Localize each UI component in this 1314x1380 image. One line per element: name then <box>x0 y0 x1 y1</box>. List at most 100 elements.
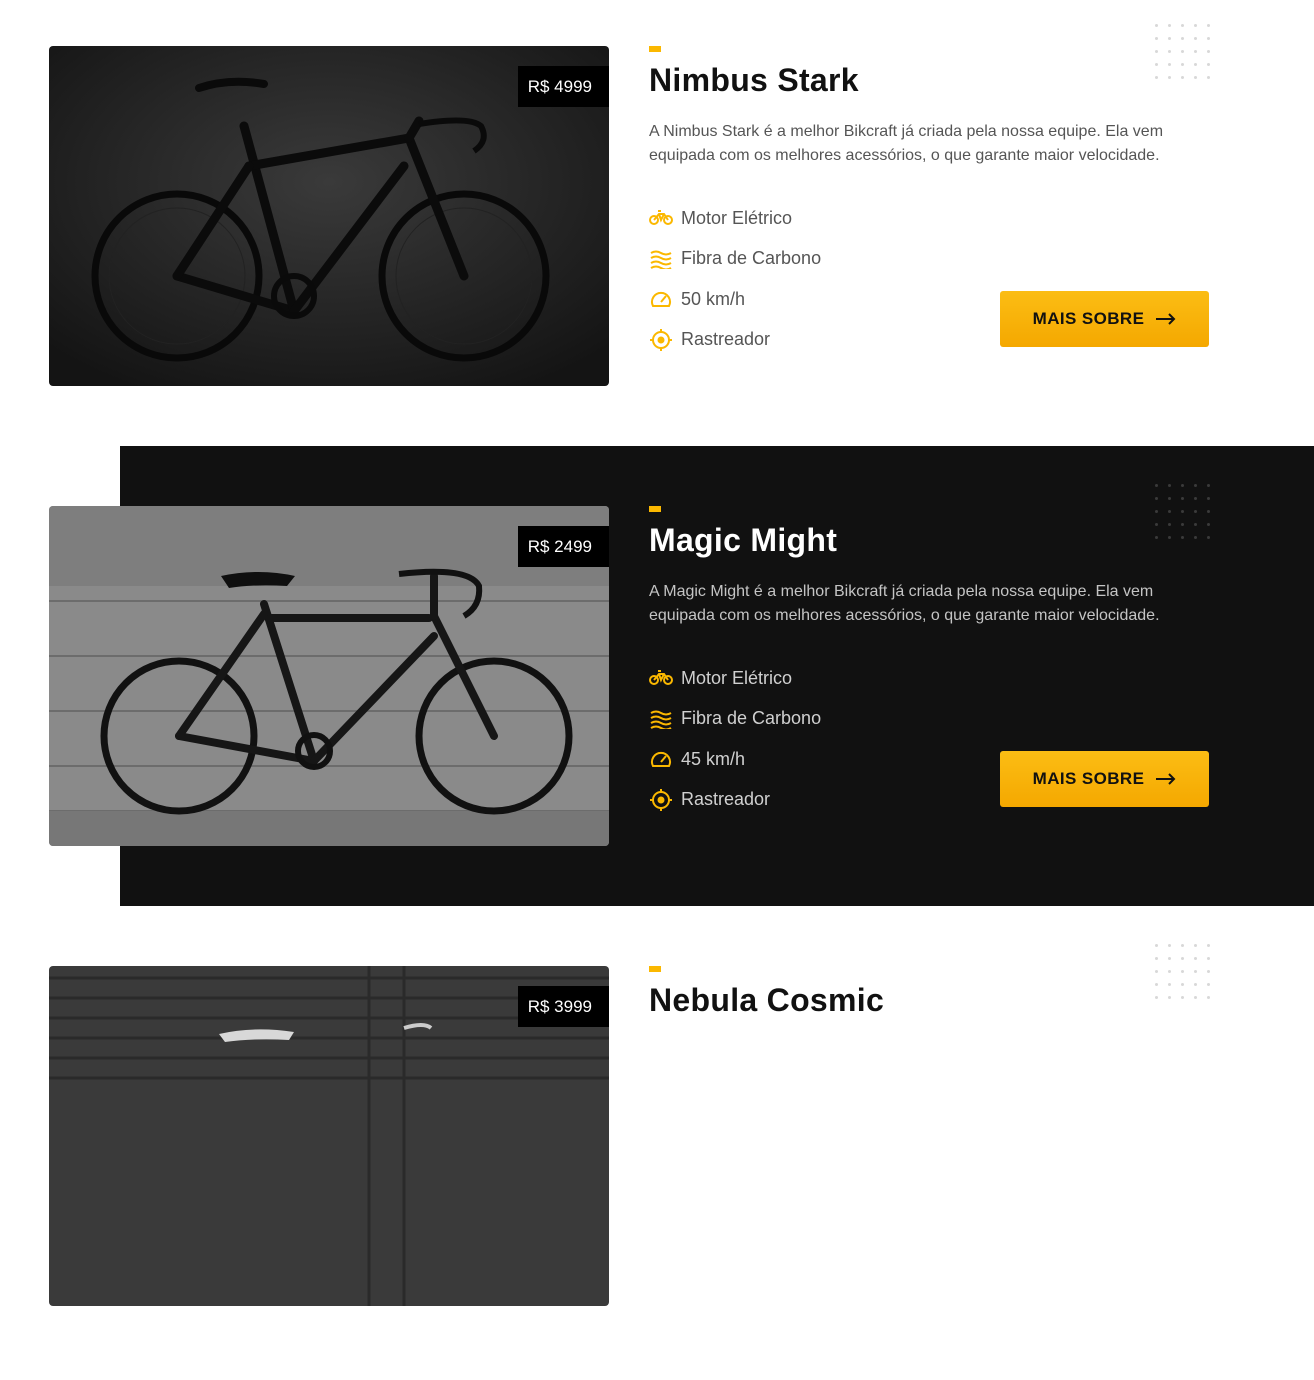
dot <box>1155 497 1158 500</box>
dot <box>1207 510 1210 513</box>
feature-label: 50 km/h <box>681 288 746 309</box>
feature-label: Motor Elétrico <box>681 667 793 688</box>
dot <box>1168 510 1171 513</box>
dot <box>1181 957 1184 960</box>
dot <box>1194 523 1197 526</box>
product-nebula-cosmic: R$ 3999 Nebula Cosmic <box>0 920 1314 1380</box>
dot <box>1181 37 1184 40</box>
electric-bike-icon <box>649 666 673 690</box>
feature-item: Rastreador <box>649 780 821 821</box>
speedometer-icon <box>649 287 673 311</box>
dot <box>1194 944 1197 947</box>
dot <box>1168 996 1171 999</box>
feature-list: Motor Elétrico Fibra de Carbono 50 km/h … <box>649 198 821 360</box>
feature-label: Rastreador <box>681 329 771 350</box>
dot <box>1168 983 1171 986</box>
dot <box>1181 24 1184 27</box>
dot <box>1194 76 1197 79</box>
feature-label: 45 km/h <box>681 748 746 769</box>
dot <box>1207 536 1210 539</box>
dot <box>1168 497 1171 500</box>
dot <box>1194 983 1197 986</box>
carbon-fiber-icon <box>649 707 673 731</box>
product-nimbus-stark: R$ 4999 Nimbus Stark A Nimbus Stark é a … <box>0 0 1314 460</box>
dot <box>1207 957 1210 960</box>
dot <box>1168 944 1171 947</box>
product-magic-might: R$ 2499 Magic Might A Magic Might é a me… <box>0 460 1314 920</box>
product-image[interactable]: R$ 2499 <box>49 506 609 846</box>
dot <box>1181 970 1184 973</box>
dot <box>1207 37 1210 40</box>
product-image[interactable]: R$ 3999 <box>49 966 609 1306</box>
dot <box>1207 944 1210 947</box>
dots-decoration <box>1155 944 1211 1000</box>
feature-label: Motor Elétrico <box>681 207 793 228</box>
dot <box>1155 523 1158 526</box>
dot <box>1181 523 1184 526</box>
accent-bar <box>649 966 661 972</box>
dot <box>1207 63 1210 66</box>
dot <box>1207 497 1210 500</box>
feature-item: Fibra de Carbono <box>649 699 821 740</box>
dot <box>1168 523 1171 526</box>
dot <box>1155 63 1158 66</box>
dot <box>1194 24 1197 27</box>
dot <box>1207 983 1210 986</box>
accent-bar <box>649 46 661 52</box>
feature-list: Motor Elétrico Fibra de Carbono 45 km/h … <box>649 658 821 820</box>
dot <box>1194 50 1197 53</box>
product-title: Nimbus Stark <box>649 62 859 98</box>
dot <box>1181 983 1184 986</box>
carbon-fiber-icon <box>649 247 673 271</box>
price-tag: R$ 4999 <box>517 66 609 107</box>
dot <box>1207 76 1210 79</box>
dot <box>1168 484 1171 487</box>
dot <box>1207 50 1210 53</box>
dot <box>1155 944 1158 947</box>
product-image[interactable]: R$ 4999 <box>49 46 609 386</box>
feature-label: Rastreador <box>681 789 771 810</box>
dot <box>1194 536 1197 539</box>
dot <box>1155 76 1158 79</box>
dot <box>1194 37 1197 40</box>
dot <box>1181 944 1184 947</box>
feature-item: Rastreador <box>649 320 821 361</box>
dot <box>1155 50 1158 53</box>
more-about-button[interactable]: MAIS SOBRE <box>1000 751 1209 807</box>
dot <box>1181 76 1184 79</box>
dot <box>1155 983 1158 986</box>
dot <box>1155 957 1158 960</box>
dot <box>1207 484 1210 487</box>
dot <box>1168 957 1171 960</box>
dot <box>1194 63 1197 66</box>
feature-item: Motor Elétrico <box>649 658 821 699</box>
dot <box>1194 497 1197 500</box>
dot <box>1194 970 1197 973</box>
feature-label: Fibra de Carbono <box>681 248 822 269</box>
dot <box>1155 996 1158 999</box>
dot <box>1207 970 1210 973</box>
tracker-icon <box>649 328 673 352</box>
dot <box>1207 24 1210 27</box>
product-description: A Magic Might é a melhor Bikcraft já cri… <box>649 583 1160 624</box>
feature-item: Fibra de Carbono <box>649 239 821 280</box>
dot <box>1194 510 1197 513</box>
electric-bike-icon <box>649 206 673 230</box>
accent-bar <box>649 506 661 512</box>
dot <box>1168 970 1171 973</box>
dot <box>1168 50 1171 53</box>
more-about-button[interactable]: MAIS SOBRE <box>1000 291 1209 347</box>
dots-decoration <box>1155 24 1211 80</box>
price-tag: R$ 3999 <box>517 986 609 1027</box>
feature-item: 50 km/h <box>649 279 821 320</box>
dot <box>1168 63 1171 66</box>
feature-item: 45 km/h <box>649 739 821 780</box>
arrow-right-icon <box>1156 773 1176 785</box>
dot <box>1181 63 1184 66</box>
tracker-icon <box>649 788 673 812</box>
dot <box>1168 76 1171 79</box>
dot <box>1181 484 1184 487</box>
dot <box>1168 536 1171 539</box>
product-title: Nebula Cosmic <box>649 982 885 1018</box>
arrow-right-icon <box>1156 313 1176 325</box>
